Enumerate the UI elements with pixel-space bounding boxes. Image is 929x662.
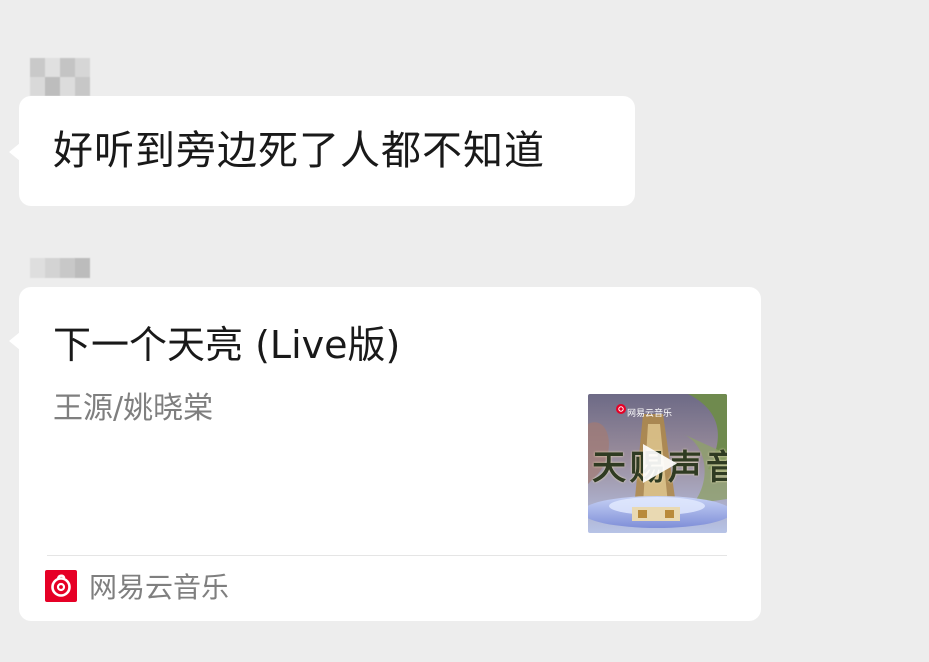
music-share-card[interactable]: 下一个天亮 (Live版) 王源/姚晓棠 网易云音乐 网易云音乐 (9, 287, 761, 621)
source-app-row: 网易云音乐 (45, 569, 230, 604)
sender-name-blurred (30, 58, 90, 96)
play-icon[interactable] (633, 439, 682, 488)
message-text: 好听到旁边死了人都不知道 (53, 128, 545, 174)
source-app-name: 网易云音乐 (89, 571, 230, 604)
message-bubble-text[interactable]: 好听到旁边死了人都不知道 (9, 96, 635, 206)
sender-name-blurred (30, 258, 90, 278)
card-divider (47, 555, 727, 556)
song-title: 下一个天亮 (Live版) (53, 323, 401, 367)
album-cover[interactable]: 网易云音乐 天赐声音 (588, 394, 727, 533)
netease-music-logo-icon (45, 570, 77, 602)
cover-brand-text: 网易云音乐 (627, 409, 673, 419)
song-artist: 王源/姚晓棠 (53, 391, 214, 426)
